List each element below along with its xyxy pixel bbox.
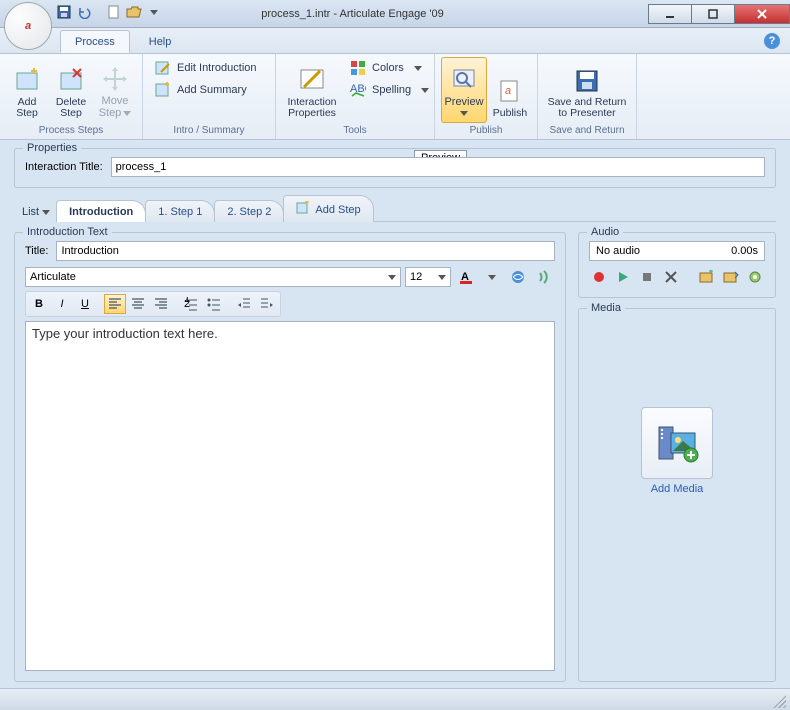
- group-publish: Publish: [441, 123, 531, 139]
- group-tools: Tools: [282, 123, 428, 139]
- help-icon[interactable]: ?: [764, 33, 780, 49]
- outdent-button[interactable]: [233, 294, 255, 314]
- export-audio-button[interactable]: [721, 267, 741, 287]
- audio-time: 0.00s: [731, 245, 758, 257]
- undo-icon[interactable]: [76, 4, 92, 20]
- interaction-title-input[interactable]: [111, 157, 765, 177]
- status-bar: [0, 688, 790, 710]
- tab-help[interactable]: Help: [134, 30, 187, 53]
- tab-introduction[interactable]: Introduction: [56, 200, 146, 222]
- open-icon[interactable]: [126, 4, 142, 20]
- add-step-button[interactable]: Add Step: [6, 57, 48, 123]
- record-button[interactable]: [589, 267, 609, 287]
- audio-legend: Audio: [587, 226, 623, 238]
- maximize-button[interactable]: [691, 4, 735, 24]
- media-legend: Media: [587, 302, 625, 314]
- intro-legend: Introduction Text: [23, 226, 112, 238]
- font-select[interactable]: Articulate: [25, 267, 401, 287]
- intro-text-editor[interactable]: Type your introduction text here.: [25, 321, 555, 671]
- tab-step-1[interactable]: 1. Step 1: [145, 200, 215, 222]
- close-button[interactable]: [734, 4, 790, 24]
- introduction-text-panel: Introduction Text Title: Articulate 12 A: [14, 232, 566, 682]
- hyperlink-button[interactable]: [507, 267, 529, 287]
- group-save-return: Save and Return: [544, 123, 630, 139]
- intro-title-input[interactable]: [56, 241, 555, 261]
- add-media-button[interactable]: [641, 407, 713, 479]
- resize-grip[interactable]: [770, 692, 786, 708]
- colors-button[interactable]: Colors: [344, 57, 428, 79]
- colors-icon: [350, 60, 366, 76]
- save-return-icon: [571, 65, 603, 97]
- audio-button[interactable]: [533, 267, 555, 287]
- add-summary-button[interactable]: Add Summary: [149, 79, 269, 101]
- preview-icon: [448, 64, 480, 96]
- ribbon: Add Step Delete Step Move Step Process S…: [0, 54, 790, 140]
- edit-intro-icon: [155, 60, 171, 76]
- qat-dropdown-icon[interactable]: [146, 4, 162, 20]
- move-step-icon: [99, 63, 131, 95]
- add-step-tab-icon: [296, 201, 310, 218]
- minimize-button[interactable]: [648, 4, 692, 24]
- properties-panel: Properties Interaction Title:: [14, 148, 776, 188]
- list-dropdown-button[interactable]: List: [14, 202, 56, 222]
- spelling-icon: ABC: [350, 82, 366, 98]
- spelling-button[interactable]: ABCSpelling: [344, 79, 428, 101]
- save-return-button[interactable]: Save and Return to Presenter: [544, 57, 630, 123]
- add-summary-icon: [155, 82, 171, 98]
- publish-icon: a: [494, 76, 526, 108]
- add-media-icon: [653, 419, 701, 467]
- tab-add-step[interactable]: Add Step: [283, 195, 373, 222]
- underline-button[interactable]: U: [74, 294, 96, 314]
- tab-step-2[interactable]: 2. Step 2: [214, 200, 284, 222]
- titlebar: a process_1.intr - Articulate Engage '09: [0, 0, 790, 28]
- font-size-select[interactable]: 12: [405, 267, 451, 287]
- align-left-button[interactable]: [104, 294, 126, 314]
- quick-access-toolbar: [56, 4, 162, 20]
- stop-button[interactable]: [637, 267, 657, 287]
- delete-audio-button[interactable]: [661, 267, 681, 287]
- italic-button[interactable]: I: [51, 294, 73, 314]
- audio-settings-button[interactable]: [745, 267, 765, 287]
- numbered-list-button[interactable]: 12: [180, 294, 202, 314]
- font-color-dropdown[interactable]: [481, 267, 503, 287]
- delete-step-icon: [55, 65, 87, 97]
- interaction-properties-button[interactable]: Interaction Properties: [282, 57, 342, 123]
- font-color-button[interactable]: A: [455, 267, 477, 287]
- group-intro-summary: Intro / Summary: [149, 123, 269, 139]
- qat-separator: [96, 4, 102, 20]
- media-panel: Media Add Media: [578, 308, 776, 682]
- svg-text:a: a: [505, 85, 511, 97]
- properties-icon: [296, 65, 328, 97]
- audio-status: No audio: [596, 245, 640, 257]
- import-audio-button[interactable]: [697, 267, 717, 287]
- document-tabs: List Introduction 1. Step 1 2. Step 2 Ad…: [14, 198, 776, 222]
- bold-button[interactable]: B: [28, 294, 50, 314]
- indent-button[interactable]: [256, 294, 278, 314]
- tab-process[interactable]: Process: [60, 30, 130, 53]
- interaction-title-label: Interaction Title:: [25, 161, 103, 173]
- app-orb[interactable]: a: [4, 2, 52, 50]
- add-media-label[interactable]: Add Media: [641, 483, 713, 495]
- move-step-button: Move Step: [94, 57, 136, 123]
- edit-introduction-button[interactable]: Edit Introduction: [149, 57, 269, 79]
- properties-legend: Properties: [23, 142, 81, 154]
- align-center-button[interactable]: [127, 294, 149, 314]
- save-icon[interactable]: [56, 4, 72, 20]
- bullet-list-button[interactable]: [203, 294, 225, 314]
- publish-button[interactable]: a Publish: [489, 57, 531, 123]
- add-step-icon: [11, 65, 43, 97]
- ribbon-tab-row: Process Help ?: [0, 28, 790, 54]
- preview-button[interactable]: Preview: [441, 57, 487, 123]
- audio-panel: Audio No audio 0.00s: [578, 232, 776, 298]
- align-right-button[interactable]: [150, 294, 172, 314]
- new-icon[interactable]: [106, 4, 122, 20]
- group-process-steps: Process Steps: [6, 123, 136, 139]
- delete-step-button[interactable]: Delete Step: [50, 57, 92, 123]
- intro-title-label: Title:: [25, 245, 48, 257]
- play-button[interactable]: [613, 267, 633, 287]
